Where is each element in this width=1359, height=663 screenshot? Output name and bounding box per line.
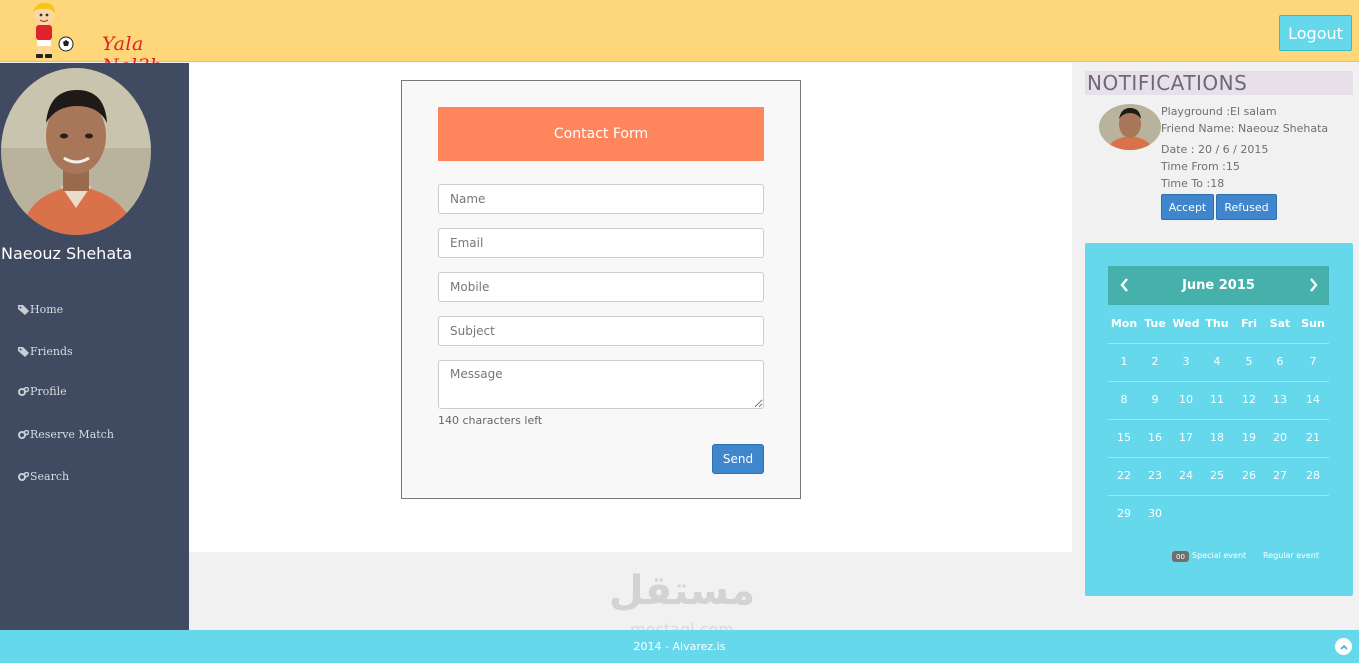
notification-time-to: Time To :18 [1161, 177, 1225, 190]
sidebar-item-label: Home [30, 303, 64, 316]
calendar-day[interactable]: 27 [1263, 469, 1297, 482]
notifications-title: NOTIFICATIONS [1085, 71, 1353, 95]
calendar-next-button[interactable] [1304, 275, 1322, 295]
calendar-day[interactable]: 20 [1263, 431, 1297, 444]
sidebar-item-label: Profile [30, 385, 67, 398]
mobile-input[interactable] [438, 272, 764, 302]
calendar-day[interactable]: 30 [1138, 507, 1172, 520]
calendar-day[interactable]: 16 [1138, 431, 1172, 444]
sidebar-item-label: Friends [30, 345, 73, 358]
site-logo[interactable]: Yala Nel3b [26, 2, 176, 77]
calendar-day[interactable]: 12 [1232, 393, 1266, 406]
name-input[interactable] [438, 184, 764, 214]
watermark-arabic: مستقل [608, 568, 756, 614]
notification-avatar [1099, 104, 1161, 150]
calendar-day[interactable]: 11 [1200, 393, 1234, 406]
footer-copyright: 2014 - Alvarez.is [633, 640, 726, 653]
weekday-label: Tue [1144, 317, 1166, 330]
calendar-row-divider [1108, 343, 1329, 344]
friend-photo [1099, 104, 1161, 150]
calendar-day[interactable]: 29 [1107, 507, 1141, 520]
calendar-row-divider [1108, 495, 1329, 496]
calendar-day[interactable]: 28 [1296, 469, 1330, 482]
sidebar-item-profile[interactable]: Profile [18, 385, 67, 398]
tag-icon [18, 346, 29, 357]
weekday-label: Mon [1110, 317, 1138, 330]
message-textarea[interactable] [438, 360, 764, 409]
logo-mascot-icon [33, 2, 74, 58]
calendar-day[interactable]: 13 [1263, 393, 1297, 406]
characters-left-counter: 140 characters left [438, 414, 543, 427]
weekday-label: Thu [1205, 317, 1229, 330]
calendar-day[interactable]: 19 [1232, 431, 1266, 444]
calendar-header: June 2015 [1108, 266, 1329, 305]
calendar-day[interactable]: 9 [1138, 393, 1172, 406]
calendar-day[interactable]: 5 [1232, 355, 1266, 368]
scroll-to-top-button[interactable] [1335, 638, 1352, 655]
calendar-row-divider [1108, 381, 1329, 382]
weekday-label: Fri [1240, 317, 1257, 330]
contact-form: Contact Form 140 characters left Send [401, 80, 801, 499]
sidebar: Naeouz Shehata Home Friends Profile Rese… [0, 63, 189, 630]
calendar-day[interactable]: 7 [1296, 355, 1330, 368]
email-input[interactable] [438, 228, 764, 258]
user-avatar[interactable] [1, 68, 151, 235]
legend-special-label: Special event [1192, 551, 1247, 560]
calendar-day[interactable]: 17 [1169, 431, 1203, 444]
sidebar-item-friends[interactable]: Friends [18, 345, 73, 358]
sidebar-item-label: Reserve Match [30, 428, 114, 441]
sidebar-item-reserve-match[interactable]: Reserve Match [18, 428, 114, 441]
chevron-right-icon [1310, 278, 1318, 292]
calendar-day[interactable]: 6 [1263, 355, 1297, 368]
calendar-day[interactable]: 18 [1200, 431, 1234, 444]
refused-button[interactable]: Refused [1216, 194, 1277, 220]
calendar-day[interactable]: 25 [1200, 469, 1234, 482]
sidebar-item-home[interactable]: Home [18, 303, 63, 316]
calendar-prev-button[interactable] [1116, 275, 1134, 295]
send-button[interactable]: Send [712, 444, 764, 474]
calendar-day[interactable]: 15 [1107, 431, 1141, 444]
chevron-up-icon [1339, 644, 1348, 650]
gears-icon [18, 430, 29, 439]
form-title: Contact Form [438, 107, 764, 161]
notification-friend-name: Friend Name: Naeouz Shehata [1161, 122, 1329, 135]
calendar-day[interactable]: 2 [1138, 355, 1172, 368]
accept-button[interactable]: Accept [1161, 194, 1214, 220]
sidebar-item-label: Search [30, 470, 70, 483]
calendar-day[interactable]: 1 [1107, 355, 1141, 368]
calendar-day[interactable]: 4 [1200, 355, 1234, 368]
notification-date: Date : 20 / 6 / 2015 [1161, 143, 1269, 156]
chevron-left-icon [1120, 278, 1128, 292]
legend-regular-label: Regular event [1263, 551, 1320, 560]
calendar-day[interactable]: 22 [1107, 469, 1141, 482]
legend-special-badge: 00 [1172, 551, 1189, 562]
calendar-day[interactable]: 8 [1107, 393, 1141, 406]
logout-button[interactable]: Logout [1279, 15, 1352, 51]
top-header: Yala Nel3b Logout [0, 0, 1359, 77]
notification-playground: Playground :El salam [1161, 105, 1277, 118]
calendar-day[interactable]: 10 [1169, 393, 1203, 406]
gears-icon [18, 387, 29, 396]
calendar-widget: June 2015 Mon Tue Wed Thu Fri Sat Sun 12… [1085, 243, 1353, 596]
calendar-row-divider [1108, 419, 1329, 420]
calendar-day[interactable]: 21 [1296, 431, 1330, 444]
weekday-label: Wed [1172, 317, 1200, 330]
tag-icon [18, 304, 29, 315]
calendar-day[interactable]: 14 [1296, 393, 1330, 406]
user-name: Naeouz Shehata [1, 244, 133, 263]
notification-time-from: Time From :15 [1161, 160, 1240, 173]
calendar-day[interactable]: 24 [1169, 469, 1203, 482]
sidebar-item-search[interactable]: Search [18, 470, 69, 483]
calendar-day[interactable]: 3 [1169, 355, 1203, 368]
weekday-label: Sun [1301, 317, 1325, 330]
footer: 2014 - Alvarez.is [0, 630, 1359, 663]
calendar-day[interactable]: 23 [1138, 469, 1172, 482]
calendar-row-divider [1108, 457, 1329, 458]
calendar-day[interactable]: 26 [1232, 469, 1266, 482]
gears-icon [18, 472, 29, 481]
subject-input[interactable] [438, 316, 764, 346]
calendar-month-label: June 2015 [1182, 278, 1255, 293]
user-photo [1, 68, 151, 235]
weekday-label: Sat [1269, 317, 1291, 330]
